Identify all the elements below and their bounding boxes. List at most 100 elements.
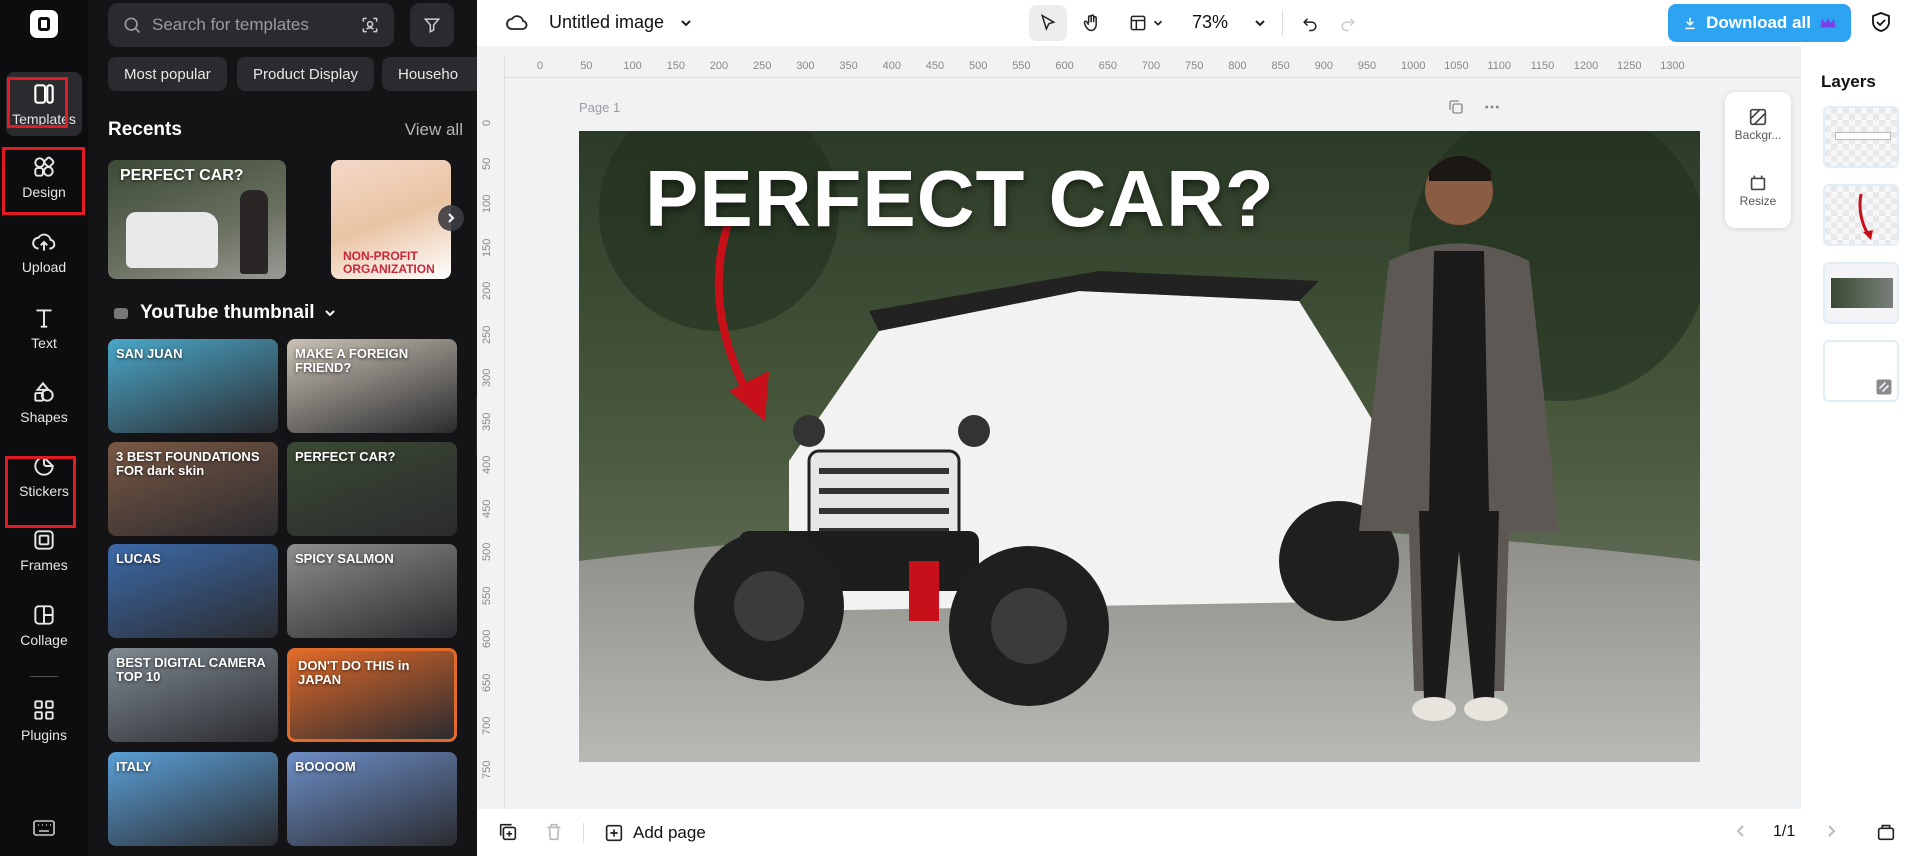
pages-icon bbox=[1877, 824, 1895, 841]
rail-item-shapes[interactable]: Shapes bbox=[6, 370, 82, 434]
shapes-icon bbox=[34, 381, 54, 402]
thumbnail-text: PERFECT CAR? bbox=[120, 167, 244, 184]
ruler-tick-label: 1300 bbox=[1660, 60, 1685, 72]
chevron-down-icon bbox=[324, 310, 335, 317]
canvas-area[interactable]: 0 50 100 150 200 250 300 350 400 450 500 550 600 650 7… bbox=[477, 46, 1800, 809]
rail-item-label: Text bbox=[31, 335, 57, 351]
layout-button[interactable] bbox=[1123, 5, 1169, 41]
artwork-headline[interactable]: PERFECT CAR? bbox=[645, 153, 1275, 245]
layer-item-background[interactable] bbox=[1823, 340, 1899, 402]
thumbnail-text: PERFECT CAR? bbox=[295, 449, 396, 464]
account-shield-button[interactable] bbox=[1869, 10, 1893, 39]
template-thumbnail[interactable]: 3 BEST FOUNDATIONS FOR dark skin bbox=[108, 442, 278, 536]
chevron-right-icon bbox=[448, 213, 455, 223]
duplicate-page-icon[interactable] bbox=[1447, 98, 1465, 116]
template-thumbnail[interactable]: LUCAS bbox=[108, 544, 278, 638]
recent-thumbnail[interactable]: PERFECT CAR? bbox=[108, 160, 286, 279]
add-page-button[interactable]: Add page bbox=[603, 822, 706, 844]
layer-item-photo[interactable] bbox=[1823, 262, 1899, 324]
template-thumbnail[interactable]: MAKE A FOREIGN FRIEND? bbox=[287, 339, 457, 433]
person-image bbox=[240, 190, 268, 274]
bottom-toolbar: Add page 1/1 bbox=[477, 809, 1916, 856]
recent-thumbnail[interactable]: NON-PROFIT ORGANIZATION bbox=[331, 160, 451, 279]
page-counter: 1/1 bbox=[1773, 823, 1796, 840]
thumbnail-text: NON-PROFIT ORGANIZATION bbox=[343, 249, 435, 276]
ruler-tick-label: 1200 bbox=[1573, 60, 1599, 72]
delete-page-button[interactable] bbox=[543, 821, 565, 848]
template-thumbnail[interactable]: BEST DIGITAL CAMERA TOP 10 bbox=[108, 648, 278, 742]
layer-preview bbox=[1831, 278, 1893, 308]
rail-item-text[interactable]: Text bbox=[6, 296, 82, 360]
template-thumbnail[interactable]: SPICY SALMON bbox=[287, 544, 457, 638]
chevron-right-icon bbox=[1828, 825, 1836, 837]
left-rail: Templates Design Upload Text Shapes Stic… bbox=[0, 0, 88, 856]
ruler-tick-label: 900 bbox=[1314, 60, 1333, 72]
section-title: YouTube thumbnail bbox=[140, 302, 315, 323]
jeep-image bbox=[126, 212, 218, 268]
chip-product-display[interactable]: Product Display bbox=[237, 57, 375, 91]
thumbnail-text: SPICY SALMON bbox=[295, 551, 394, 566]
app-logo[interactable] bbox=[30, 10, 58, 38]
duplicate-page-button[interactable] bbox=[497, 821, 519, 848]
page-actions bbox=[1447, 98, 1501, 121]
ruler-tick-label: 150 bbox=[666, 60, 685, 72]
template-thumbnail[interactable]: DON'T DO THIS in JAPAN bbox=[287, 648, 457, 742]
ruler-tick-label: 250 bbox=[753, 60, 772, 72]
collage-icon bbox=[34, 605, 54, 625]
rail-item-label: Collage bbox=[20, 632, 68, 648]
artboard[interactable]: PERFECT CAR? bbox=[579, 131, 1700, 762]
ruler-tick-label: 850 bbox=[1271, 60, 1290, 72]
previous-page-button[interactable] bbox=[1733, 823, 1749, 844]
thumbnail-text: 3 BEST FOUNDATIONS FOR dark skin bbox=[116, 449, 260, 478]
template-thumbnail[interactable]: PERFECT CAR? bbox=[287, 442, 457, 536]
document-title[interactable]: Untitled image bbox=[549, 12, 693, 33]
top-toolbar: Untitled image 73% Download all bbox=[477, 0, 1916, 46]
rail-item-collage[interactable]: Collage bbox=[6, 593, 82, 657]
rail-item-plugins[interactable]: Plugins bbox=[6, 688, 82, 752]
pages-panel-button[interactable] bbox=[1875, 821, 1897, 848]
resize-icon bbox=[1750, 175, 1766, 191]
template-thumbnail[interactable]: BOOOOM bbox=[287, 752, 457, 846]
ruler-tick-label: 600 bbox=[1055, 60, 1074, 72]
cloud-save-icon[interactable] bbox=[505, 11, 529, 40]
cursor-icon bbox=[1040, 13, 1056, 31]
rail-item-upload[interactable]: Upload bbox=[6, 220, 82, 284]
hand-tool-button[interactable] bbox=[1073, 5, 1111, 41]
view-all-link[interactable]: View all bbox=[405, 120, 463, 140]
download-all-button[interactable]: Download all bbox=[1668, 4, 1851, 42]
resize-tool-button[interactable]: Resize bbox=[1725, 172, 1791, 208]
search-input[interactable]: Search for templates bbox=[108, 3, 394, 47]
ruler-tick-label: 300 bbox=[796, 60, 815, 72]
template-thumbnail[interactable]: SAN JUAN bbox=[108, 339, 278, 433]
youtube-thumbnail-dropdown[interactable]: YouTube thumbnail bbox=[114, 302, 337, 324]
redo-button[interactable] bbox=[1331, 5, 1365, 41]
tool-label: Backgr... bbox=[1734, 128, 1782, 142]
zoom-dropdown[interactable]: 73% bbox=[1192, 12, 1267, 33]
chip-household[interactable]: Househo bbox=[382, 57, 477, 91]
layer-item-arrow[interactable] bbox=[1823, 184, 1899, 246]
vertical-ruler: 0 50 100 150 200 250 300 350 400 450 500 550 600 650 7… bbox=[477, 56, 505, 809]
layer-item-text[interactable] bbox=[1823, 106, 1899, 168]
rail-item-label: Plugins bbox=[21, 727, 67, 743]
filter-button[interactable] bbox=[410, 3, 454, 47]
layers-panel: Layers bbox=[1800, 46, 1916, 856]
undo-button[interactable] bbox=[1293, 5, 1327, 41]
ruler-tick-label: 950 bbox=[1357, 60, 1377, 72]
layer-preview bbox=[1858, 193, 1873, 240]
thumbnail-text: LUCAS bbox=[116, 551, 161, 566]
image-search-icon[interactable] bbox=[360, 15, 380, 35]
layers-title: Layers bbox=[1821, 72, 1876, 91]
more-options-icon[interactable] bbox=[1483, 98, 1501, 116]
keyboard-shortcuts-button[interactable] bbox=[32, 818, 56, 843]
select-tool-button[interactable] bbox=[1029, 5, 1067, 41]
carousel-next-button[interactable] bbox=[438, 205, 464, 231]
background-tool-button[interactable]: Backgr... bbox=[1725, 106, 1791, 142]
thumbnail-text: BEST DIGITAL CAMERA TOP 10 bbox=[116, 655, 266, 684]
chip-most-popular[interactable]: Most popular bbox=[108, 57, 227, 91]
next-page-button[interactable] bbox=[1823, 823, 1839, 844]
ruler-tick-label: 650 bbox=[481, 673, 493, 692]
crown-icon bbox=[1820, 17, 1836, 28]
template-thumbnail[interactable]: ITALY bbox=[108, 752, 278, 846]
highlight-box-stickers bbox=[5, 456, 76, 528]
ruler-tick-label: 750 bbox=[481, 760, 493, 779]
